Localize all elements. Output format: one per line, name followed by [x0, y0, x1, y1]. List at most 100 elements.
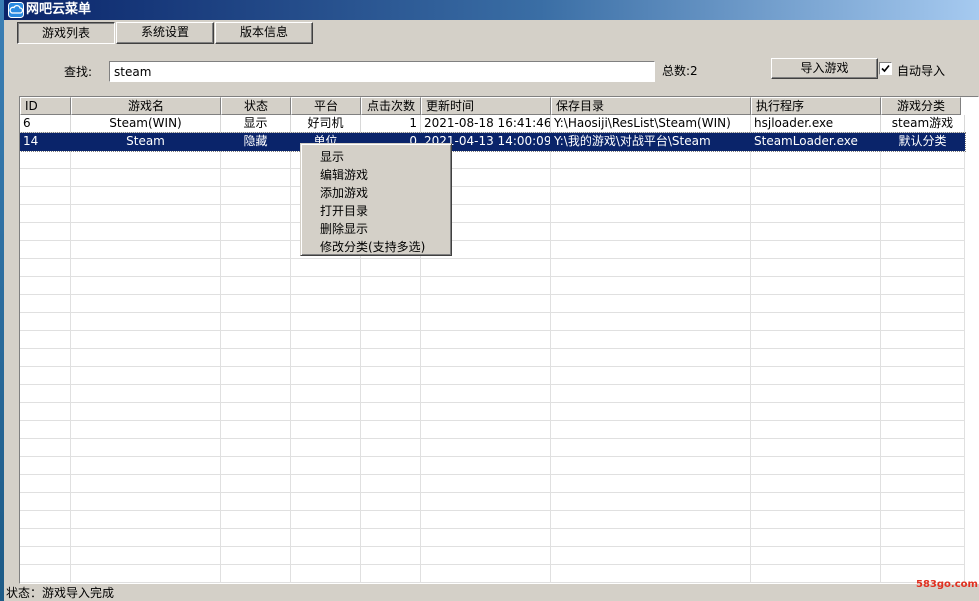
empty-cell — [20, 349, 71, 367]
empty-cell — [20, 457, 71, 475]
menu-item-change-category[interactable]: 修改分类(支持多选) — [320, 238, 425, 256]
empty-cell — [751, 331, 881, 349]
empty-table-row — [20, 151, 965, 169]
cell-id: 6 — [20, 115, 71, 133]
empty-cell — [751, 547, 881, 565]
import-games-button[interactable]: 导入游戏 — [771, 58, 878, 79]
column-header-name[interactable]: 游戏名 — [71, 97, 221, 115]
empty-cell — [751, 457, 881, 475]
empty-cell — [20, 241, 71, 259]
empty-cell — [20, 169, 71, 187]
empty-cell — [881, 331, 965, 349]
empty-cell — [71, 421, 221, 439]
cell-executable: hsjloader.exe — [751, 115, 881, 133]
games-table[interactable]: ID 游戏名 状态 平台 点击次数 更新时间 保存目录 执行程序 游戏分类 6 … — [19, 96, 979, 584]
empty-cell — [751, 259, 881, 277]
column-header-executable[interactable]: 执行程序 — [751, 97, 881, 115]
column-header-status[interactable]: 状态 — [221, 97, 291, 115]
empty-cell — [881, 547, 965, 565]
column-header-clicks[interactable]: 点击次数 — [361, 97, 421, 115]
empty-cell — [20, 367, 71, 385]
auto-import-checkbox[interactable] — [879, 62, 892, 75]
column-header-directory[interactable]: 保存目录 — [551, 97, 751, 115]
empty-cell — [20, 331, 71, 349]
empty-cell — [71, 313, 221, 331]
menu-item-edit-game[interactable]: 编辑游戏 — [320, 166, 368, 184]
column-header-updated[interactable]: 更新时间 — [421, 97, 551, 115]
empty-cell — [881, 187, 965, 205]
empty-table-row — [20, 565, 965, 583]
empty-cell — [751, 313, 881, 331]
status-text: 状态：游戏导入完成 — [6, 586, 115, 600]
empty-cell — [751, 385, 881, 403]
empty-cell — [751, 187, 881, 205]
empty-cell — [221, 241, 291, 259]
empty-cell — [221, 331, 291, 349]
empty-cell — [71, 493, 221, 511]
empty-table-row — [20, 403, 965, 421]
menu-item-add-game[interactable]: 添加游戏 — [320, 184, 368, 202]
empty-cell — [421, 313, 551, 331]
cell-clicks: 1 — [361, 115, 421, 133]
empty-cell — [421, 547, 551, 565]
tab-label: 版本信息 — [239, 25, 288, 39]
empty-cell — [361, 349, 421, 367]
status-bar: 状态：游戏导入完成 — [4, 585, 979, 601]
empty-cell — [881, 475, 965, 493]
empty-cell — [71, 439, 221, 457]
menu-item-delete-display[interactable]: 删除显示 — [320, 220, 368, 238]
empty-cell — [291, 295, 361, 313]
empty-cell — [361, 511, 421, 529]
title-bar[interactable]: 网吧云菜单 — [4, 0, 979, 20]
empty-cell — [881, 421, 965, 439]
empty-cell — [291, 331, 361, 349]
tab-version-info[interactable]: 版本信息 — [215, 22, 313, 44]
empty-cell — [291, 511, 361, 529]
tab-system-settings[interactable]: 系统设置 — [116, 22, 214, 44]
window-title: 网吧云菜单 — [26, 2, 92, 17]
empty-cell — [881, 457, 965, 475]
empty-cell — [221, 421, 291, 439]
table-row-selected[interactable]: 14 Steam 隐藏 单位 0 2021-04-13 14:00:09 Y:\… — [20, 132, 966, 152]
empty-table-row — [20, 493, 965, 511]
empty-cell — [20, 223, 71, 241]
empty-cell — [751, 493, 881, 511]
auto-import-label: 自动导入 — [897, 64, 946, 78]
empty-cell — [551, 295, 751, 313]
empty-cell — [20, 583, 71, 584]
empty-cell — [551, 259, 751, 277]
menu-item-open-directory[interactable]: 打开目录 — [320, 202, 368, 220]
empty-cell — [551, 385, 751, 403]
cell-id: 14 — [20, 133, 71, 151]
empty-cell — [421, 583, 551, 584]
empty-cell — [20, 277, 71, 295]
column-header-id[interactable]: ID — [20, 97, 71, 115]
empty-cell — [361, 583, 421, 584]
empty-cell — [551, 367, 751, 385]
empty-cell — [361, 331, 421, 349]
empty-table-row — [20, 187, 965, 205]
empty-cell — [881, 151, 965, 169]
cloud-icon — [8, 2, 24, 18]
empty-cell — [421, 295, 551, 313]
empty-cell — [751, 349, 881, 367]
tab-label: 游戏列表 — [41, 26, 90, 40]
empty-cell — [551, 529, 751, 547]
empty-cell — [551, 223, 751, 241]
empty-cell — [881, 511, 965, 529]
empty-cell — [361, 565, 421, 583]
column-header-platform[interactable]: 平台 — [291, 97, 361, 115]
empty-cell — [20, 313, 71, 331]
tab-game-list[interactable]: 游戏列表 — [17, 22, 115, 44]
search-input[interactable] — [109, 61, 655, 82]
empty-table-row — [20, 439, 965, 457]
empty-cell — [20, 403, 71, 421]
menu-item-show[interactable]: 显示 — [320, 148, 344, 166]
empty-cell — [421, 475, 551, 493]
empty-cell — [20, 547, 71, 565]
table-row[interactable]: 6 Steam(WIN) 显示 好司机 1 2021-08-18 16:41:4… — [20, 115, 965, 133]
column-header-category[interactable]: 游戏分类 — [881, 97, 961, 115]
empty-cell — [551, 439, 751, 457]
empty-table-row — [20, 511, 965, 529]
empty-cell — [291, 313, 361, 331]
